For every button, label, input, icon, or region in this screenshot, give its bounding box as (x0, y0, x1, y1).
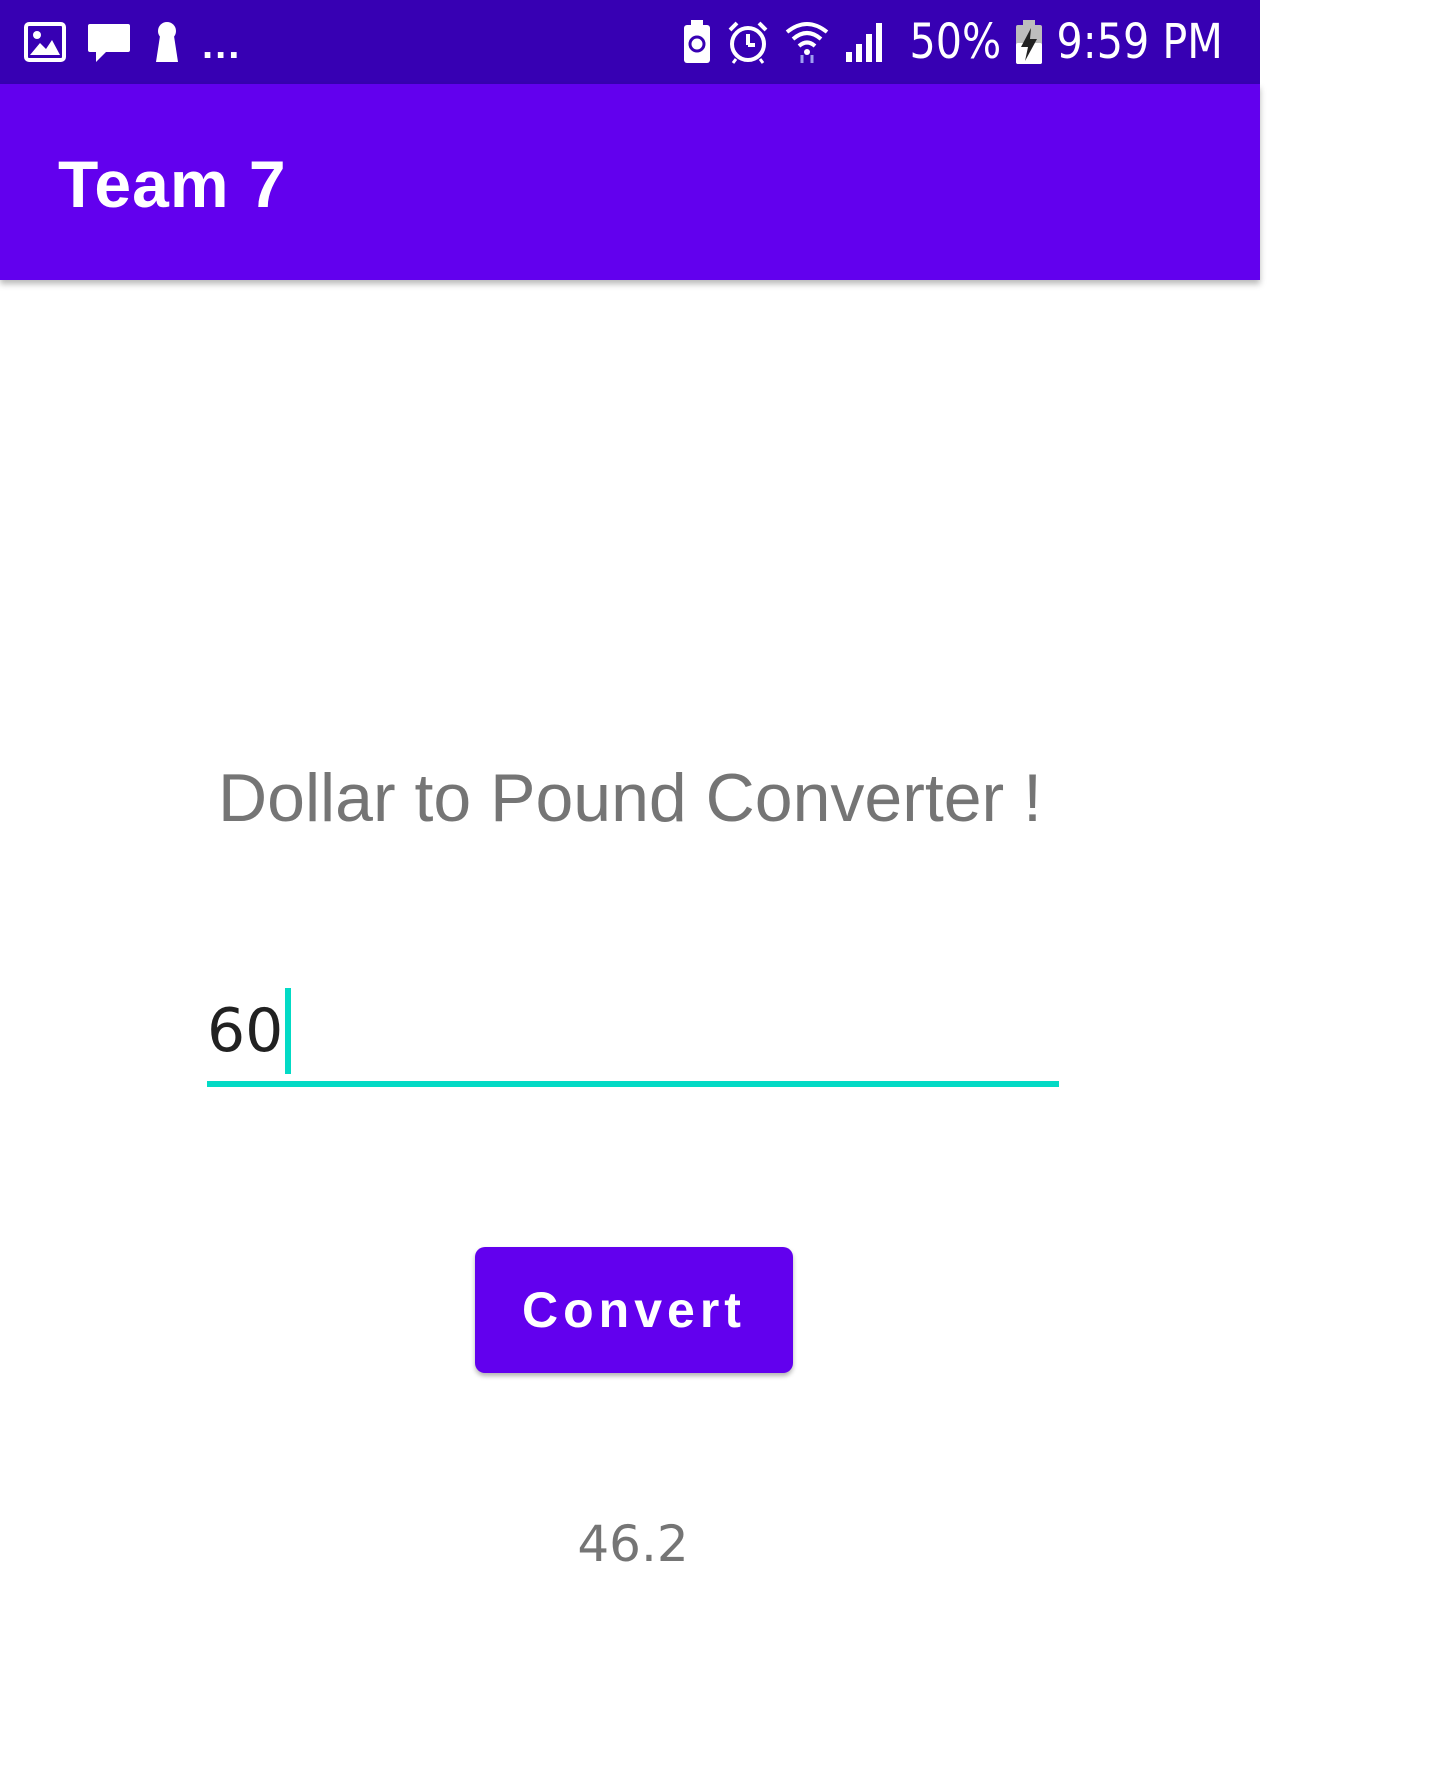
text-cursor (285, 988, 292, 1074)
image-icon (24, 22, 66, 62)
status-bar-left: ... (24, 0, 241, 84)
status-bar: ... 50% 9:59 PM (0, 0, 1260, 84)
signal-icon (844, 20, 888, 64)
battery-percentage: 50% (909, 14, 1002, 70)
battery-saver-icon (682, 19, 712, 65)
more-notifications-indicator: ... (202, 23, 242, 67)
dollar-amount-value: 60 (207, 996, 284, 1066)
dollar-amount-field[interactable]: 60 (207, 988, 1059, 1088)
chat-icon (86, 20, 132, 64)
app-title: Team 7 (58, 147, 287, 221)
status-time: 9:59 PM (1056, 14, 1223, 70)
dollar-amount-input[interactable]: 60 (207, 988, 292, 1074)
keyhole-icon (152, 20, 182, 64)
converter-heading: Dollar to Pound Converter ! (218, 760, 1042, 836)
input-underline (207, 1081, 1059, 1087)
app-bar: Team 7 (0, 84, 1260, 280)
wifi-icon (784, 20, 830, 64)
battery-charging-icon (1015, 19, 1043, 65)
alarm-icon (726, 20, 770, 64)
status-bar-right: 50% 9:59 PM (682, 0, 1236, 84)
convert-button[interactable]: Convert (475, 1247, 793, 1373)
pound-result: 46.2 (577, 1515, 689, 1573)
